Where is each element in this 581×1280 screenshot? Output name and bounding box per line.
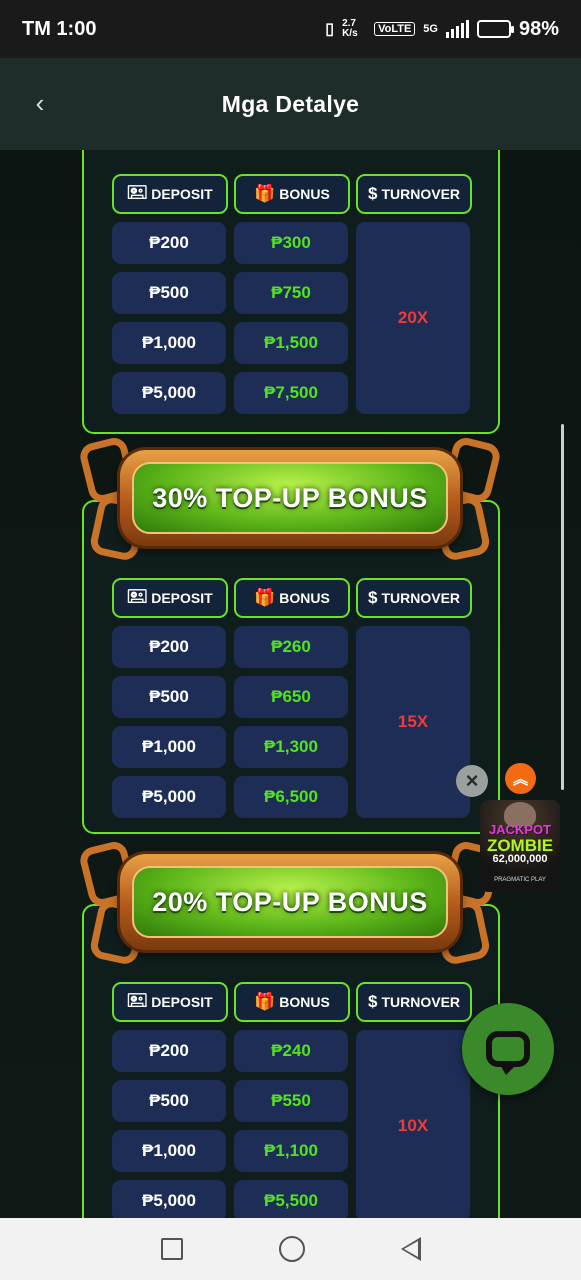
cash-register-icon: 🖭	[127, 586, 148, 606]
deposit-cell: ₱200	[112, 222, 226, 264]
deposit-cell: ₱200	[112, 626, 226, 668]
bonus-cell: ₱1,100	[234, 1130, 348, 1172]
promo-brand: PRAGMATIC PLAY	[494, 877, 546, 883]
promo-line1: JACKPOT	[488, 822, 552, 837]
bonus-header-button[interactable]: 🎁 BONUS	[234, 982, 350, 1022]
bonus-header-button[interactable]: 🎁 BONUS	[234, 578, 350, 618]
deposit-cell: ₱5,000	[112, 1180, 226, 1218]
deposit-header-button[interactable]: 🖭 DEPOSIT	[112, 174, 228, 214]
signal-icon	[445, 20, 469, 38]
volte-badge: VoLTE	[374, 22, 416, 36]
page-title: Mga Detalye	[221, 90, 360, 117]
deposit-cell: ₱500	[112, 1080, 226, 1122]
net-speed: 2.7 K/s	[342, 18, 358, 39]
bonus-cell: ₱300	[234, 222, 348, 264]
network-type: 5G	[423, 23, 438, 35]
close-icon: ×	[465, 768, 479, 793]
turnover-header-button[interactable]: $ TURNOVER	[356, 578, 472, 618]
bonus-table-section-1: 🖭 DEPOSIT 🎁 BONUS $ TURNOVER ₱200 ₱300 ₱500…	[82, 150, 500, 434]
turnover-header-button[interactable]: $ TURNOVER	[356, 982, 472, 1022]
vibrate-icon: ▯	[325, 21, 335, 38]
bonus-cell: ₱5,500	[234, 1180, 348, 1218]
chevrons-up-icon: ︽	[512, 771, 528, 788]
bonus-cell: ₱240	[234, 1030, 348, 1072]
system-nav-bar	[0, 1218, 581, 1280]
bonus-cell: ₱1,300	[234, 726, 348, 768]
bonus-header-button[interactable]: 🎁 BONUS	[234, 174, 350, 214]
deposit-cell: ₱1,000	[112, 322, 226, 364]
battery-percent: 98%	[518, 17, 559, 40]
deposit-header-button[interactable]: 🖭 DEPOSIT	[112, 982, 228, 1022]
back-nav-button[interactable]	[400, 1237, 421, 1261]
turnover-cell: 10X	[356, 1030, 470, 1218]
battery-icon	[476, 20, 514, 38]
scrollbar[interactable]	[561, 424, 564, 790]
bonus-cell: ₱1,500	[234, 322, 348, 364]
deposit-cell: ₱1,000	[112, 1130, 226, 1172]
turnover-cell: 20X	[356, 222, 470, 414]
back-button[interactable]: ‹	[28, 88, 52, 118]
status-bar: TM 1:00 ▯ 2.7 K/s VoLTE 5G 98%	[0, 0, 581, 58]
banner-plate: 30% TOP-UP BONUS	[132, 462, 448, 534]
bonus-cell: ₱650	[234, 676, 348, 718]
banner-plate: 20% TOP-UP BONUS	[132, 866, 448, 938]
coin-cycle-icon: $	[367, 184, 378, 203]
jackpot-zombie-promo[interactable]: JACKPOT ZOMBIE 62,000,000 PRAGMATIC PLAY	[480, 800, 560, 892]
scroll-top-button[interactable]: ︽	[505, 763, 536, 794]
gift-icon: 🎁	[254, 992, 276, 1011]
gift-icon: 🎁	[254, 588, 276, 607]
turnover-header-button[interactable]: $ TURNOVER	[356, 174, 472, 214]
coin-cycle-icon: $	[367, 992, 378, 1011]
turnover-cell: 15X	[356, 626, 470, 818]
deposit-cell: ₱5,000	[112, 372, 226, 414]
section-title: 30% TOP-UP BONUS	[152, 482, 428, 513]
coin-cycle-icon: $	[367, 588, 378, 607]
deposit-cell: ₱200	[112, 1030, 226, 1072]
section-banner-3: 20% TOP-UP BONUS	[77, 832, 503, 972]
bonus-cell: ₱260	[234, 626, 348, 668]
deposit-cell: ₱500	[112, 676, 226, 718]
gift-icon: 🎁	[254, 184, 276, 203]
cash-register-icon: 🖭	[127, 990, 148, 1010]
deposit-cell: ₱500	[112, 272, 226, 314]
bonus-cell: ₱7,500	[234, 372, 348, 414]
close-promo-button[interactable]: ×	[456, 765, 488, 797]
bonus-cell: ₱750	[234, 272, 348, 314]
live-chat-button[interactable]	[462, 1003, 554, 1095]
recent-apps-button[interactable]	[160, 1238, 183, 1260]
status-time: TM 1:00	[22, 17, 97, 40]
bonus-cell: ₱6,500	[234, 776, 348, 818]
bonus-cell: ₱550	[234, 1080, 348, 1122]
deposit-cell: ₱1,000	[112, 726, 226, 768]
status-icons: ▯ 2.7 K/s VoLTE 5G 98%	[325, 18, 559, 41]
app-header: ‹ Mga Detalye	[0, 58, 581, 150]
section-banner-2: 30% TOP-UP BONUS	[77, 428, 503, 568]
section-title: 20% TOP-UP BONUS	[152, 886, 428, 917]
home-button[interactable]	[278, 1236, 305, 1262]
promo-amount: 62,000,000	[492, 853, 548, 865]
chevron-left-icon: ‹	[35, 87, 45, 118]
deposit-cell: ₱5,000	[112, 776, 226, 818]
chat-bubble-icon	[486, 1031, 530, 1075]
cash-register-icon: 🖭	[127, 182, 148, 202]
deposit-header-button[interactable]: 🖭 DEPOSIT	[112, 578, 228, 618]
